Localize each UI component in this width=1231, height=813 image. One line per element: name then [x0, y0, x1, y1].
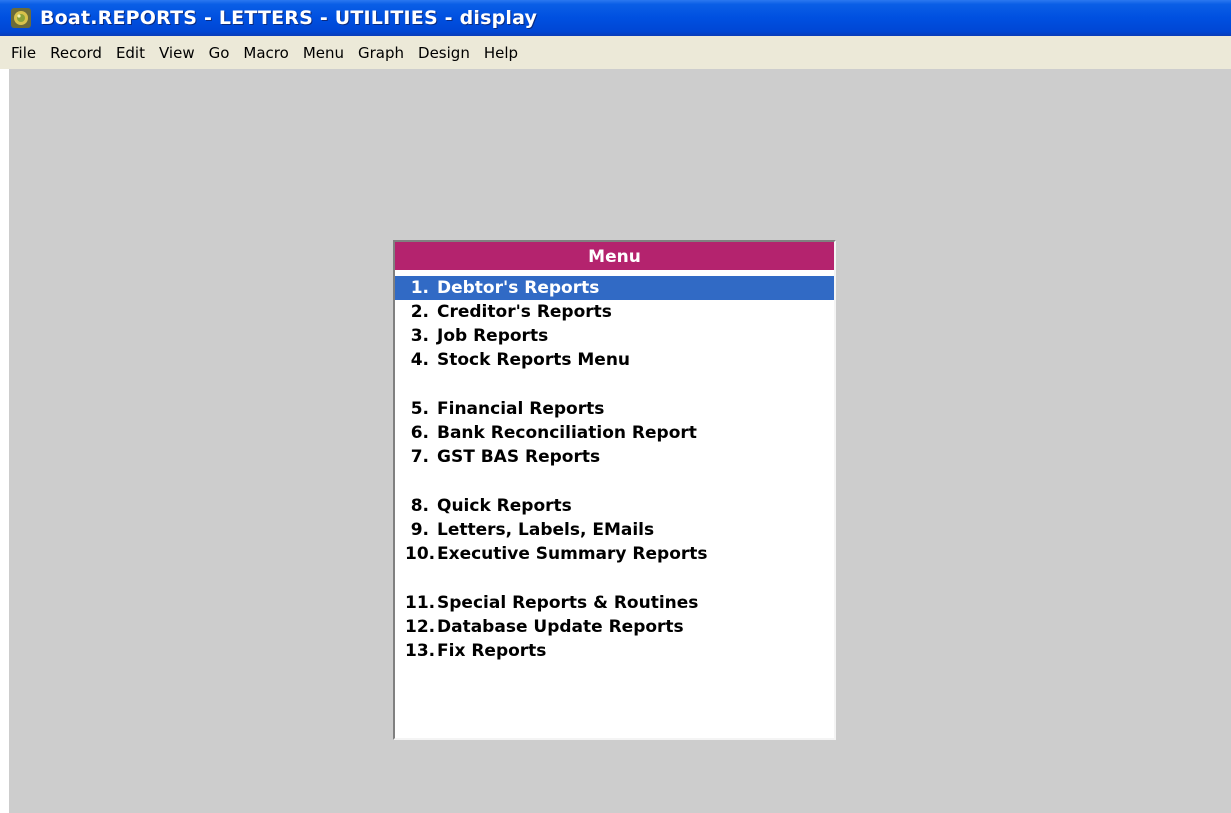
menu-item-number: 7.	[410, 447, 429, 467]
menu-edit[interactable]: Edit	[109, 42, 152, 64]
menu-item-label: Special Reports & Routines	[437, 593, 699, 613]
menu-item-gst-bas-reports[interactable]: 7. GST BAS Reports	[395, 445, 834, 469]
menu-item-number: 10.	[405, 544, 436, 564]
menu-item-bank-reconciliation-report[interactable]: 6. Bank Reconciliation Report	[395, 421, 834, 445]
menu-separator	[395, 372, 834, 397]
menu-item-number: 12.	[405, 617, 436, 637]
menu-item-fix-reports[interactable]: 13. Fix Reports	[395, 639, 834, 663]
menu-item-label: Quick Reports	[437, 496, 572, 516]
app-icon[interactable]	[10, 7, 32, 29]
menu-item-number: 9.	[410, 520, 429, 540]
menu-item-label: Bank Reconciliation Report	[437, 423, 697, 443]
menu-record[interactable]: Record	[43, 42, 109, 64]
menu-item-number: 3.	[410, 326, 429, 346]
menu-design[interactable]: Design	[411, 42, 477, 64]
menu-bar: File Record Edit View Go Macro Menu Grap…	[0, 36, 1231, 69]
app-window: Boat.REPORTS - LETTERS - UTILITIES - dis…	[0, 0, 1231, 813]
menu-panel: Menu 1. Debtor's Reports 2. Creditor's Rep…	[393, 240, 836, 740]
window-title: Boat.REPORTS - LETTERS - UTILITIES - dis…	[40, 7, 538, 29]
menu-item-database-update-reports[interactable]: 12. Database Update Reports	[395, 615, 834, 639]
menu-graph[interactable]: Graph	[351, 42, 411, 64]
menu-item-label: Letters, Labels, EMails	[437, 520, 655, 540]
menu-panel-header: Menu	[395, 242, 834, 272]
menu-macro[interactable]: Macro	[236, 42, 295, 64]
menu-item-number: 4.	[410, 350, 429, 370]
menu-separator	[395, 566, 834, 591]
menu-view[interactable]: View	[152, 42, 202, 64]
menu-item-executive-summary-reports[interactable]: 10. Executive Summary Reports	[395, 542, 834, 566]
menu-item-number: 1.	[410, 278, 429, 298]
menu-item-label: GST BAS Reports	[437, 447, 601, 467]
menu-menu[interactable]: Menu	[296, 42, 351, 64]
menu-item-number: 8.	[410, 496, 429, 516]
menu-item-number: 5.	[410, 399, 429, 419]
menu-item-label: Financial Reports	[437, 399, 605, 419]
menu-help[interactable]: Help	[477, 42, 525, 64]
menu-item-label: Creditor's Reports	[437, 302, 612, 322]
menu-item-financial-reports[interactable]: 5. Financial Reports	[395, 397, 834, 421]
menu-item-debtors-reports[interactable]: 1. Debtor's Reports	[395, 276, 834, 300]
menu-go[interactable]: Go	[202, 42, 237, 64]
menu-item-label: Debtor's Reports	[437, 278, 600, 298]
menu-separator	[395, 469, 834, 494]
menu-item-number: 6.	[410, 423, 429, 443]
menu-item-number: 11.	[405, 593, 436, 613]
menu-file[interactable]: File	[4, 42, 43, 64]
menu-item-stock-reports-menu[interactable]: 4. Stock Reports Menu	[395, 348, 834, 372]
menu-item-label: Job Reports	[437, 326, 549, 346]
title-bar[interactable]: Boat.REPORTS - LETTERS - UTILITIES - dis…	[0, 0, 1231, 36]
menu-item-label: Fix Reports	[437, 641, 547, 661]
menu-item-label: Stock Reports Menu	[437, 350, 631, 370]
menu-item-creditors-reports[interactable]: 2. Creditor's Reports	[395, 300, 834, 324]
menu-item-number: 2.	[410, 302, 429, 322]
menu-item-number: 13.	[405, 641, 436, 661]
menu-item-label: Executive Summary Reports	[437, 544, 708, 564]
menu-item-special-reports-routines[interactable]: 11. Special Reports & Routines	[395, 591, 834, 615]
menu-item-letters-labels-emails[interactable]: 9. Letters, Labels, EMails	[395, 518, 834, 542]
menu-item-job-reports[interactable]: 3. Job Reports	[395, 324, 834, 348]
menu-item-quick-reports[interactable]: 8. Quick Reports	[395, 494, 834, 518]
menu-item-label: Database Update Reports	[437, 617, 684, 637]
menu-list: 1. Debtor's Reports 2. Creditor's Reports …	[395, 276, 834, 663]
